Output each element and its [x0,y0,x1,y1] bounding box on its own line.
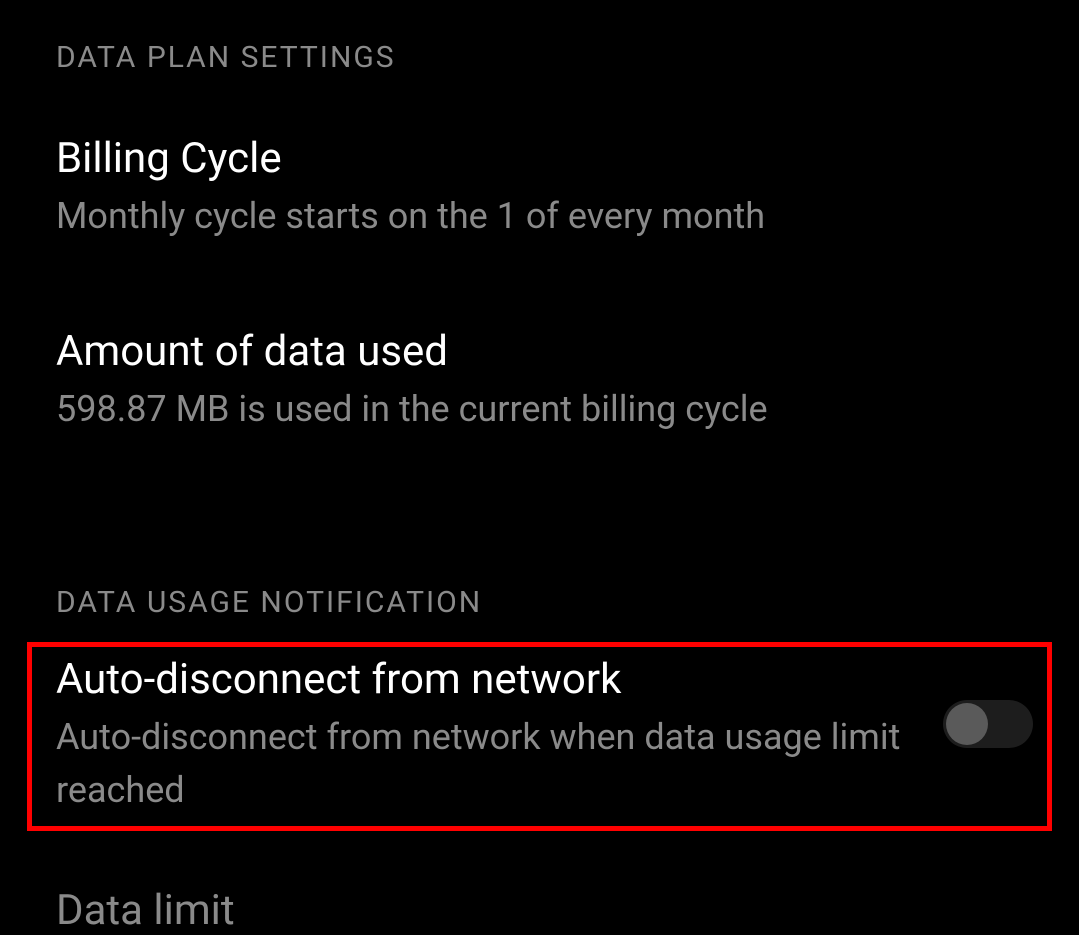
auto-disconnect-title: Auto-disconnect from network [56,657,943,703]
billing-cycle-title: Billing Cycle [56,135,1039,183]
billing-cycle-subtitle: Monthly cycle starts on the 1 of every m… [56,193,1039,240]
amount-used-title: Amount of data used [56,328,1039,376]
section-header-data-usage-notification: DATA USAGE NOTIFICATION [56,433,1039,620]
setting-data-limit[interactable]: Data limit [56,886,235,935]
setting-billing-cycle[interactable]: Billing Cycle Monthly cycle starts on th… [56,75,1039,240]
setting-amount-used[interactable]: Amount of data used 598.87 MB is used in… [56,240,1039,433]
setting-auto-disconnect[interactable]: Auto-disconnect from network Auto-discon… [27,642,1052,831]
amount-used-subtitle: 598.87 MB is used in the current billing… [56,386,1039,433]
auto-disconnect-toggle[interactable] [943,700,1033,748]
auto-disconnect-subtitle: Auto-disconnect from network when data u… [56,711,906,815]
section-header-data-plan: DATA PLAN SETTINGS [56,0,1039,75]
toggle-knob-icon [946,703,988,745]
